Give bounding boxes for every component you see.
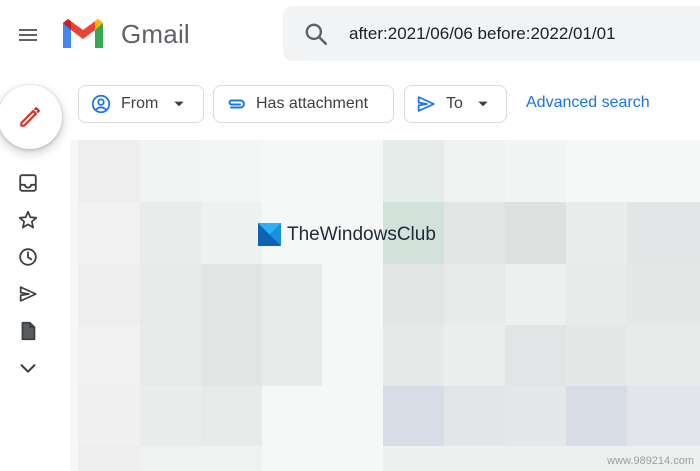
blur-tile bbox=[566, 264, 627, 325]
blur-tile bbox=[78, 202, 140, 264]
search-bar bbox=[283, 6, 700, 61]
blur-tile bbox=[383, 140, 444, 202]
blur-tile bbox=[201, 140, 262, 202]
blur-tile bbox=[566, 202, 627, 264]
blur-tile bbox=[78, 264, 140, 325]
pencil-icon bbox=[20, 107, 40, 127]
site-url-watermark: www.989214.com bbox=[607, 455, 694, 467]
blur-tile bbox=[627, 264, 700, 325]
from-filter-chip[interactable]: From bbox=[78, 85, 204, 123]
account-circle-icon bbox=[91, 94, 111, 114]
blur-tile bbox=[444, 202, 505, 264]
blur-tile bbox=[505, 140, 566, 202]
app-name: Gmail bbox=[121, 19, 190, 49]
blur-tile bbox=[78, 140, 140, 202]
to-filter-label: To bbox=[446, 95, 463, 112]
nav-more[interactable] bbox=[14, 354, 42, 382]
blur-tile bbox=[566, 386, 627, 446]
main-menu-button[interactable] bbox=[8, 15, 48, 55]
blur-tile bbox=[201, 386, 262, 446]
compose-button[interactable] bbox=[0, 85, 62, 149]
nav-drafts[interactable] bbox=[14, 317, 42, 345]
paperclip-icon bbox=[228, 99, 245, 109]
chevron-down-icon bbox=[20, 364, 36, 373]
advanced-search-link[interactable]: Advanced search bbox=[526, 94, 650, 112]
has-attachment-filter-chip[interactable]: Has attachment bbox=[213, 85, 394, 123]
blur-tile bbox=[505, 264, 566, 325]
file-icon bbox=[21, 321, 36, 341]
blur-tile bbox=[383, 386, 444, 446]
blur-tile bbox=[383, 325, 444, 386]
nav-snoozed[interactable] bbox=[14, 243, 42, 271]
send-icon bbox=[417, 96, 435, 112]
has-attachment-label: Has attachment bbox=[256, 95, 369, 112]
dropdown-arrow-icon bbox=[174, 101, 184, 107]
dropdown-arrow-icon bbox=[478, 101, 488, 107]
top-bar: Gmail bbox=[0, 0, 700, 70]
blur-tile bbox=[140, 140, 201, 202]
blur-tile bbox=[627, 325, 700, 386]
nav-inbox[interactable] bbox=[14, 169, 42, 197]
blur-tile bbox=[566, 325, 627, 386]
blur-tile bbox=[444, 325, 505, 386]
blur-tile bbox=[444, 386, 505, 446]
blur-tile bbox=[627, 386, 700, 446]
blur-tile bbox=[201, 264, 262, 386]
blur-tile bbox=[627, 202, 700, 264]
nav-sent[interactable] bbox=[14, 280, 42, 308]
windows-club-logo-icon bbox=[258, 223, 281, 246]
nav-starred[interactable] bbox=[14, 206, 42, 234]
blur-tile bbox=[444, 140, 505, 202]
blur-tile bbox=[505, 325, 566, 386]
hamburger-menu-icon bbox=[19, 29, 37, 41]
to-filter-chip[interactable]: To bbox=[404, 85, 507, 123]
star-icon bbox=[18, 210, 38, 229]
blur-tile bbox=[140, 446, 262, 471]
gmail-logo-icon[interactable] bbox=[60, 14, 106, 52]
clock-icon bbox=[19, 248, 37, 266]
blur-tile bbox=[78, 325, 140, 386]
blur-tile bbox=[262, 264, 322, 386]
search-input[interactable] bbox=[349, 19, 700, 49]
search-icon[interactable] bbox=[303, 21, 329, 47]
blur-tile bbox=[505, 386, 566, 446]
blur-tile bbox=[444, 264, 505, 325]
blur-tile bbox=[505, 202, 566, 264]
send-icon bbox=[19, 286, 37, 302]
blur-tile bbox=[201, 202, 262, 264]
from-filter-label: From bbox=[121, 95, 159, 112]
blur-tile bbox=[140, 202, 201, 264]
blur-tile bbox=[78, 446, 140, 471]
watermark-text: TheWindowsClub bbox=[287, 223, 436, 245]
left-navigation-rail bbox=[0, 70, 70, 471]
inbox-icon bbox=[19, 174, 37, 192]
blur-tile bbox=[78, 386, 140, 446]
blurred-results-area bbox=[70, 140, 700, 471]
blur-tile bbox=[383, 264, 444, 325]
watermark: TheWindowsClub bbox=[258, 223, 436, 246]
blur-tile bbox=[140, 264, 201, 386]
blur-tile bbox=[140, 386, 201, 446]
